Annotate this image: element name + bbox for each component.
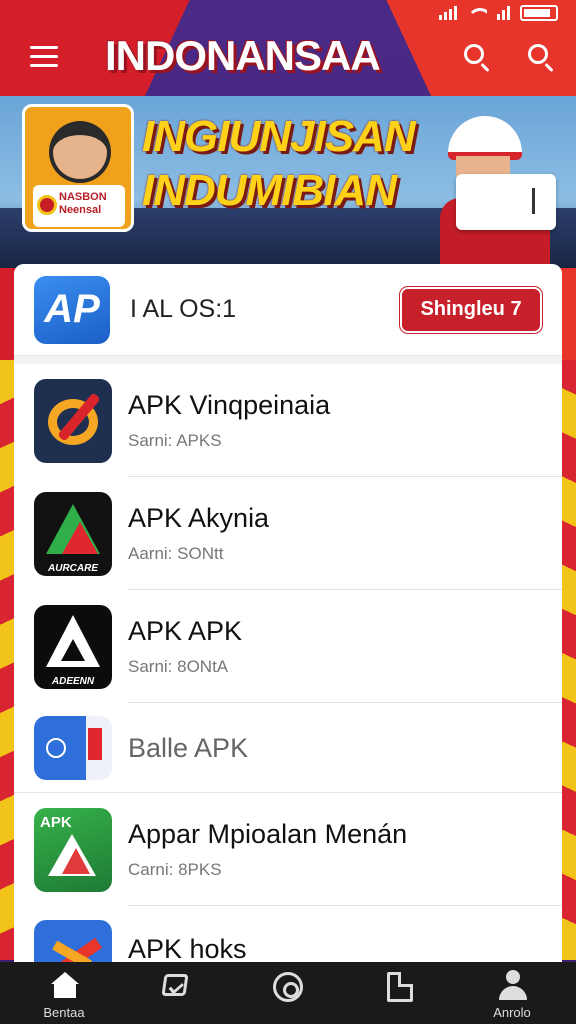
nav-label: Bentaa [43,1005,85,1020]
list-item[interactable]: Balle APK [14,703,562,793]
app-title: APK Vinqpeinaia [128,390,331,420]
badge-line-2: Neensal [59,204,102,216]
signal-icon-2 [497,6,510,20]
battery-icon [520,5,558,21]
featured-row: AP I AL OS:1 Shingleu 7 [14,264,562,356]
featured-label: I AL OS:1 [130,295,237,323]
triangle-logo-icon: AURCARE [34,491,112,576]
banner-character-card: NASBON Neensal [22,104,134,232]
profile-icon [499,970,527,1000]
app-list-sheet: AP I AL OS:1 Shingleu 7 APK Vinqpeinaia … [14,264,562,964]
list-item[interactable]: APK Vinqpeinaia Sarni: APKS [14,364,562,477]
nav-target[interactable] [243,962,333,1024]
app-header: INDONANSAA [0,26,576,96]
featured-action-button[interactable]: Shingleu 7 [400,286,542,333]
bottom-navigation: Bentaa Anrolo [0,962,576,1024]
signal-icon [439,6,457,20]
banner-headline: INGIUNJISAN INDUMIBIAN [142,110,452,218]
list-item[interactable]: ADEENN APK APK Sarni: 8ONtA [14,590,562,703]
seal-icon [37,195,57,215]
document-icon [387,972,413,1002]
divider [14,356,562,364]
banner-overlay-card[interactable] [456,174,556,230]
app-title: Balle APK [128,732,249,763]
nav-document[interactable] [355,962,445,1024]
blue-app-icon [34,716,112,780]
banner-headline-line-1: INGIUNJISAN [142,112,416,161]
icon-caption: AURCARE [48,562,98,574]
a-logo-icon: ADEENN [34,604,112,689]
search-icon-secondary[interactable] [526,42,556,73]
status-bar [0,0,576,26]
character-avatar [49,121,111,183]
app-subtitle: Carni: 8PKS [128,860,222,879]
search-icon[interactable] [462,42,492,73]
tag-icon [161,974,189,996]
app-subtitle: Sarni: APKS [128,431,222,450]
nav-home[interactable]: Bentaa [19,962,109,1024]
nav-tag[interactable] [131,962,221,1024]
app-subtitle: Sarni: 8ONtA [128,657,229,676]
wifi-icon [467,6,487,20]
target-icon [34,378,112,463]
x-logo-icon [34,920,112,964]
app-title: APK Akynia [128,503,270,533]
app-title: INDONANSAA [105,32,381,79]
ap-logo-icon: AP [34,275,110,344]
badge-line-1: NASBON [59,191,107,203]
icon-text: APK [40,813,72,831]
banner-badge: NASBON Neensal [33,185,125,227]
app-title: Appar Mpioalan Menán [128,819,408,849]
list-item[interactable]: APK Appar Mpioalan Menán Carni: 8PKS [14,793,562,906]
nav-profile[interactable]: Anrolo [467,962,557,1024]
app-subtitle: Aarni: SONtt [128,544,224,563]
icon-caption: ADEENN [51,675,95,687]
promo-banner[interactable]: NASBON Neensal INGIUNJISAN INDUMIBIAN [0,96,576,268]
banner-headline-line-2: INDUMIBIAN [142,166,397,215]
home-icon [51,972,79,998]
app-title: APK hoks [128,934,247,964]
target-circle-icon [273,972,303,1002]
list-item[interactable]: APK hoks [14,906,562,964]
green-apk-icon: APK [34,807,112,892]
list-item[interactable]: AURCARE APK Akynia Aarni: SONtt [14,477,562,590]
menu-icon[interactable] [30,46,58,68]
nav-label: Anrolo [493,1005,531,1020]
app-title: APK APK [128,616,243,646]
